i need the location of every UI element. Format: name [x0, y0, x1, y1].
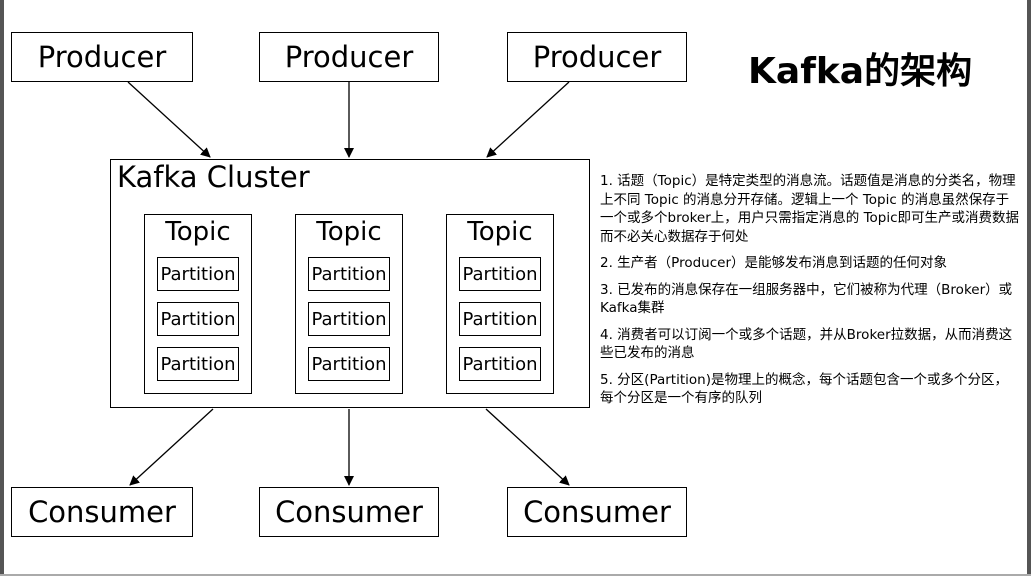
topic-box-1: Topic Partition Partition Partition: [144, 214, 252, 394]
arrow-cluster-to-consumer1: [129, 408, 214, 486]
note-item: 4. 消费者可以订阅一个或多个话题，并从Broker拉数据，从而消费这些已发布的…: [600, 326, 1013, 362]
partition-box: Partition: [157, 347, 239, 381]
consumer-box-3: Consumer: [507, 487, 687, 537]
partition-box: Partition: [459, 347, 541, 381]
producer-label: Producer: [37, 40, 167, 74]
note-item: 5. 分区(Partition)是物理上的概念，每个话题包含一个或多个分区，每个…: [600, 371, 1008, 407]
cluster-label: Kafka Cluster: [117, 160, 310, 194]
topic-label: Topic: [467, 217, 533, 247]
producer-box-1: Producer: [11, 32, 193, 82]
partition-box: Partition: [308, 302, 390, 336]
partition-box: Partition: [459, 302, 541, 336]
topic-box-3: Topic Partition Partition Partition: [446, 214, 554, 394]
partition-box: Partition: [157, 257, 239, 291]
producer-box-2: Producer: [259, 32, 439, 82]
kafka-cluster-box: Kafka Cluster Topic Partition Partition …: [110, 159, 590, 408]
producer-label: Producer: [532, 40, 662, 74]
producer-label: Producer: [284, 40, 414, 74]
arrow-producer3-to-cluster: [486, 81, 570, 158]
note-item: 1. 话题（Topic）是特定类型的消息流。话题值是消息的分类名，物理上不同 T…: [600, 173, 1020, 245]
arrow-producer1-to-cluster: [127, 81, 211, 158]
partition-box: Partition: [459, 257, 541, 291]
consumer-label: Consumer: [523, 495, 671, 529]
arrow-cluster-to-consumer3: [485, 408, 570, 486]
topic-label: Topic: [316, 217, 382, 247]
partition-box: Partition: [308, 257, 390, 291]
consumer-box-2: Consumer: [259, 487, 439, 537]
note-item: 2. 生产者（Producer）是能够发布消息到话题的任何对象: [600, 255, 947, 271]
diagram-title: Kafka的架构: [748, 51, 973, 92]
notes-panel: 1. 话题（Topic）是特定类型的消息流。话题值是消息的分类名，物理上不同 T…: [600, 172, 1020, 416]
partition-box: Partition: [157, 302, 239, 336]
consumer-label: Consumer: [275, 495, 423, 529]
note-item: 3. 已发布的消息保存在一组服务器中，它们被称为代理（Broker）或Kafka…: [600, 281, 1013, 317]
partition-box: Partition: [308, 347, 390, 381]
topic-label: Topic: [165, 217, 231, 247]
topic-box-2: Topic Partition Partition Partition: [295, 214, 403, 394]
consumer-box-1: Consumer: [11, 487, 193, 537]
producer-box-3: Producer: [507, 32, 687, 82]
consumer-label: Consumer: [28, 495, 176, 529]
